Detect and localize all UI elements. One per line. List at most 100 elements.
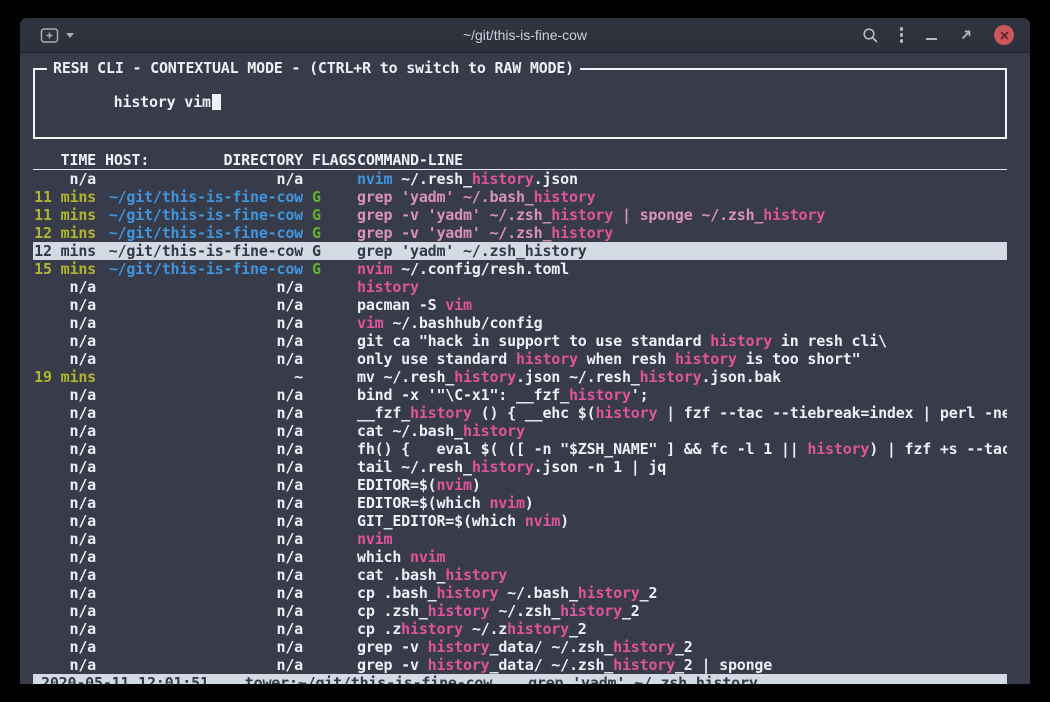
row-host-directory: n/a [105, 494, 303, 512]
row-time: n/a [33, 566, 96, 584]
command-text: grep -v [357, 656, 428, 674]
history-row[interactable]: n/a n/a bind -x '"\C-x1": __fzf_history'; [33, 386, 1007, 404]
history-row[interactable]: n/an/aEDITOR=$(which nvim) [33, 494, 1007, 512]
command-text: ~/.resh_ [392, 170, 471, 188]
history-row[interactable]: 11 mins~/git/this-is-fine-cowGgrep 'yadm… [33, 188, 1007, 206]
menu-button[interactable] [900, 27, 904, 43]
row-time: n/a [33, 584, 96, 602]
command-text: in resh cli\ [772, 332, 887, 350]
row-time: 12 mins [33, 242, 96, 260]
history-row[interactable]: 12 mins~/git/this-is-fine-cowGgrep -v 'y… [33, 224, 1007, 242]
history-row[interactable]: n/an/agrep -v history_data/ ~/.zsh_histo… [33, 638, 1007, 656]
row-time: n/a [33, 386, 96, 404]
row-host-directory: n/a [105, 548, 303, 566]
tab-dropdown-button[interactable] [66, 28, 74, 42]
row-host-directory: n/a [105, 530, 303, 548]
match-text: history [551, 206, 613, 224]
history-row[interactable]: n/an/ahistory [33, 278, 1007, 296]
search-box[interactable]: RESH CLI - CONTEXTUAL MODE - (CTRL+R to … [33, 68, 1007, 139]
command-text: _2 [569, 620, 587, 638]
command-text: ) [560, 512, 569, 530]
row-time: n/a [33, 548, 96, 566]
row-command: bind -x '"\C-x1": __fzf_history'; [357, 386, 1007, 404]
row-command: grep 'yadm' ~/.bash_history [357, 188, 1007, 206]
row-host-directory: n/a [105, 350, 303, 368]
header-host: HOST: [105, 151, 149, 169]
history-row[interactable]: n/an/aGIT_EDITOR=$(which nvim) [33, 512, 1007, 530]
close-button[interactable] [994, 25, 1014, 45]
command-text: ~/.bashhub/config [384, 314, 543, 332]
command-text: | fzf --tac --tiebreak=index | perl -ne [657, 404, 1007, 422]
row-time: n/a [33, 296, 96, 314]
minimize-icon [926, 38, 937, 40]
terminal-content: RESH CLI - CONTEXTUAL MODE - (CTRL+R to … [20, 53, 1030, 684]
row-host-directory: n/a [105, 386, 303, 404]
titlebar[interactable]: ~/git/this-is-fine-cow [20, 18, 1030, 53]
command-text: mv ~/.resh_ [357, 368, 454, 386]
row-host-directory: n/a [105, 314, 303, 332]
command-text: ) [525, 494, 534, 512]
minimize-button[interactable] [924, 27, 938, 43]
header-directory: DIRECTORY [224, 151, 303, 169]
command-text: grep 'yadm' ~/.zsh_history [357, 242, 587, 260]
match-text: history [578, 584, 640, 602]
row-time: n/a [33, 422, 96, 440]
match-text: history [516, 350, 578, 368]
match-text: history [534, 188, 596, 206]
match-text: history [675, 350, 737, 368]
match-text: history [507, 620, 569, 638]
history-row[interactable]: n/an/acat ~/.bash_history [33, 422, 1007, 440]
row-flags [312, 458, 348, 476]
row-flags [312, 350, 348, 368]
new-tab-button[interactable] [40, 27, 59, 44]
row-time: 11 mins [33, 188, 96, 206]
history-row[interactable]: n/an/anvim [33, 530, 1007, 548]
history-row[interactable]: n/an/acp .zhistory ~/.zhistory_2 [33, 620, 1007, 638]
match-text: nvim [436, 476, 471, 494]
search-button[interactable] [862, 27, 879, 44]
match-text: history [445, 566, 507, 584]
row-flags [312, 440, 348, 458]
row-time: 19 mins [33, 368, 96, 386]
command-text: grep -v 'yadm' ~/.zsh_ [357, 224, 551, 242]
restore-button[interactable] [959, 28, 973, 42]
history-row[interactable]: n/an/acp .bash_history ~/.bash_history_2 [33, 584, 1007, 602]
history-row[interactable]: n/an/a__fzf_history () { __ehc $(history… [33, 404, 1007, 422]
row-host-directory: n/a [105, 404, 303, 422]
match-text: history [807, 440, 869, 458]
search-query-input[interactable]: history vim [43, 75, 997, 129]
command-text: .json.bak [701, 368, 780, 386]
history-row[interactable]: n/an/aonly use standard history when res… [33, 350, 1007, 368]
history-row[interactable]: n/an/apacman -S vim [33, 296, 1007, 314]
history-row[interactable]: 12 mins~/git/this-is-fine-cowGgrep 'yadm… [33, 242, 1007, 260]
row-time: 11 mins [33, 206, 96, 224]
command-text: EDITOR=$(which [357, 494, 489, 512]
history-row[interactable]: n/an/acp .zsh_history ~/.zsh_history_2 [33, 602, 1007, 620]
history-row[interactable]: 15 mins~/git/this-is-fine-cowGnvim ~/.co… [33, 260, 1007, 278]
row-flags: G [312, 224, 348, 242]
header-flags: FLAGS [312, 151, 348, 169]
row-command: grep -v 'yadm' ~/.zsh_history [357, 224, 1007, 242]
history-row[interactable]: n/an/agrep -v history_data/ ~/.zsh_histo… [33, 656, 1007, 674]
match-text: history [569, 386, 631, 404]
history-row[interactable]: 19 mins~mv ~/.resh_history.json ~/.resh_… [33, 368, 1007, 386]
match-text: history [428, 602, 490, 620]
match-text: history [710, 332, 772, 350]
match-text: history [640, 368, 702, 386]
history-row[interactable]: n/an/aEDITOR=$(nvim) [33, 476, 1007, 494]
command-text: cp .z [357, 620, 401, 638]
row-host-directory: n/a [105, 440, 303, 458]
history-row[interactable]: n/an/agit ca "hack in support to use sta… [33, 332, 1007, 350]
history-row[interactable]: 11 mins~/git/this-is-fine-cowGgrep -v 'y… [33, 206, 1007, 224]
row-host-directory: ~/git/this-is-fine-cow [105, 242, 303, 260]
history-row[interactable]: n/an/avim ~/.bashhub/config [33, 314, 1007, 332]
command-text: cp .zsh_ [357, 602, 428, 620]
history-row[interactable]: n/an/awhich nvim [33, 548, 1007, 566]
row-command: cp .zsh_history ~/.zsh_history_2 [357, 602, 1007, 620]
history-row[interactable]: n/an/atail ~/.resh_history.json -n 1 | j… [33, 458, 1007, 476]
history-row[interactable]: n/an/anvim ~/.resh_history.json [33, 170, 1007, 188]
history-row[interactable]: n/an/acat .bash_history [33, 566, 1007, 584]
command-text: is too short" [737, 350, 861, 368]
history-row[interactable]: n/an/afh() { eval $( ([ -n "$ZSH_NAME" ]… [33, 440, 1007, 458]
kebab-menu-icon [900, 27, 904, 31]
